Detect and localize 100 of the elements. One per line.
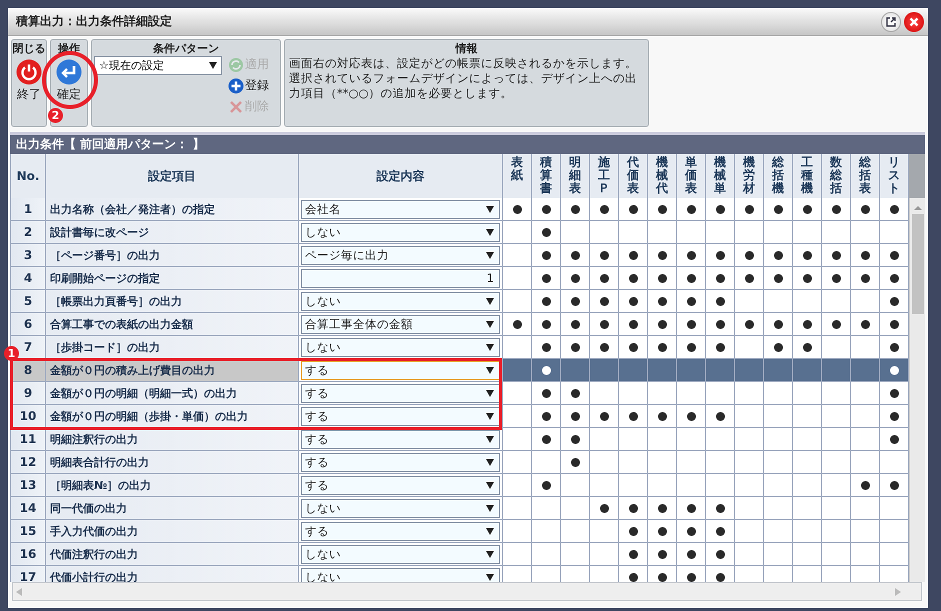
dot-icon <box>832 320 840 328</box>
dot-icon <box>686 412 696 420</box>
setting-select[interactable]: ページ毎に出力 <box>301 246 500 264</box>
dot-icon <box>860 250 870 260</box>
setting-select[interactable]: する <box>301 430 500 448</box>
scrollbar[interactable] <box>909 198 925 582</box>
setting-select[interactable]: しない <box>301 544 500 564</box>
dot-icon <box>686 550 696 558</box>
row-number: 15 <box>11 520 45 542</box>
dot-icon <box>600 274 608 282</box>
dot-icon <box>542 296 550 306</box>
dot-icon <box>716 526 724 536</box>
input-field[interactable]: 1 <box>301 268 500 288</box>
dot-icon <box>658 504 666 512</box>
caret-icon <box>486 528 494 534</box>
dot-icon <box>802 274 812 282</box>
dot-icon <box>860 320 870 328</box>
row-number: 6 <box>11 313 45 335</box>
caret-icon <box>486 482 494 488</box>
dot-icon <box>542 228 550 236</box>
dot-icon <box>628 550 638 558</box>
dot-icon <box>628 504 638 512</box>
scroll-left-icon[interactable] <box>16 588 22 596</box>
setting-select[interactable]: しない <box>301 498 500 518</box>
caret-icon <box>486 412 494 420</box>
setting-name: 設計書毎に改ページ <box>46 221 298 243</box>
dot-icon <box>570 320 580 328</box>
delete-icon <box>228 98 244 114</box>
row-number: 1 <box>11 198 45 220</box>
dot-icon <box>832 250 840 260</box>
exit-button[interactable]: 終了 <box>16 56 42 103</box>
dot-icon <box>600 342 608 352</box>
dot-icon <box>658 526 666 536</box>
close-button[interactable] <box>904 12 924 32</box>
setting-select[interactable]: 会社名 <box>301 200 500 218</box>
dot-icon <box>890 250 898 260</box>
setting-select[interactable]: する <box>301 476 500 494</box>
dot-icon <box>542 274 550 282</box>
confirm-button[interactable]: 確定 <box>56 56 82 103</box>
close-icon <box>909 16 919 26</box>
column-header: 表紙 <box>511 154 523 182</box>
popout-button[interactable] <box>881 12 901 32</box>
caret-icon <box>486 366 494 374</box>
dot-icon <box>628 204 638 214</box>
dot-icon <box>774 342 782 352</box>
column-header: 機械単 <box>714 154 726 196</box>
group-title: 閉じる <box>12 41 46 56</box>
dot-icon <box>658 550 666 558</box>
dot-icon <box>860 204 870 214</box>
dot-icon <box>542 480 550 490</box>
column-header: 単価表 <box>685 154 697 196</box>
setting-select[interactable]: しない <box>301 338 500 356</box>
dot-icon <box>628 342 638 352</box>
dot-icon <box>542 204 550 214</box>
dot-icon <box>570 274 580 282</box>
dot-icon <box>716 274 724 282</box>
dot-icon <box>860 274 870 282</box>
popout-icon <box>886 16 896 26</box>
setting-select[interactable]: 合算工事全体の金額 <box>301 314 500 334</box>
dot-icon <box>832 204 840 214</box>
register-button[interactable]: 登録 <box>228 77 269 94</box>
dot-icon <box>658 296 666 306</box>
setting-select[interactable]: する <box>301 360 500 380</box>
setting-select[interactable]: する <box>301 522 500 540</box>
column-header: 機労材 <box>743 154 755 196</box>
dot-icon <box>890 480 898 490</box>
power-icon <box>16 59 42 85</box>
setting-select[interactable]: する <box>301 452 500 472</box>
caret-icon <box>486 320 494 328</box>
column-header: 総括表 <box>859 154 871 196</box>
setting-name: 明細注釈行の出力 <box>46 428 298 450</box>
setting-name: ［ページ番号］の出力 <box>46 244 298 266</box>
setting-select[interactable]: しない <box>301 292 500 310</box>
horizontal-scrollbar[interactable] <box>12 582 922 601</box>
dot-icon <box>542 388 550 398</box>
dot-icon <box>658 274 666 282</box>
setting-select[interactable]: する <box>301 406 500 426</box>
setting-select[interactable]: する <box>301 384 500 402</box>
setting-select[interactable]: しない <box>301 222 500 242</box>
refresh-icon <box>228 56 244 72</box>
dot-icon <box>716 550 724 558</box>
dot-icon <box>890 366 898 374</box>
scrollbar-corner <box>909 154 925 198</box>
dot-icon <box>716 296 724 306</box>
dot-icon <box>570 388 580 398</box>
dot-icon <box>890 342 898 352</box>
dot-icon <box>542 366 550 374</box>
caret-icon <box>486 298 494 304</box>
row-number: 5 <box>11 290 45 312</box>
row-number: 2 <box>11 221 45 243</box>
pattern-select[interactable]: ☆現在の設定 <box>94 56 222 75</box>
scroll-right-icon[interactable] <box>895 588 901 596</box>
dot-icon <box>570 458 580 466</box>
row-number: 14 <box>11 497 45 519</box>
setting-name: 金額が０円の明細（歩掛・単価）の出力 <box>46 405 298 427</box>
dot-icon <box>600 250 608 260</box>
dot-icon <box>542 342 550 352</box>
dot-icon <box>716 504 724 512</box>
dot-icon <box>744 320 754 328</box>
dot-icon <box>802 342 812 352</box>
